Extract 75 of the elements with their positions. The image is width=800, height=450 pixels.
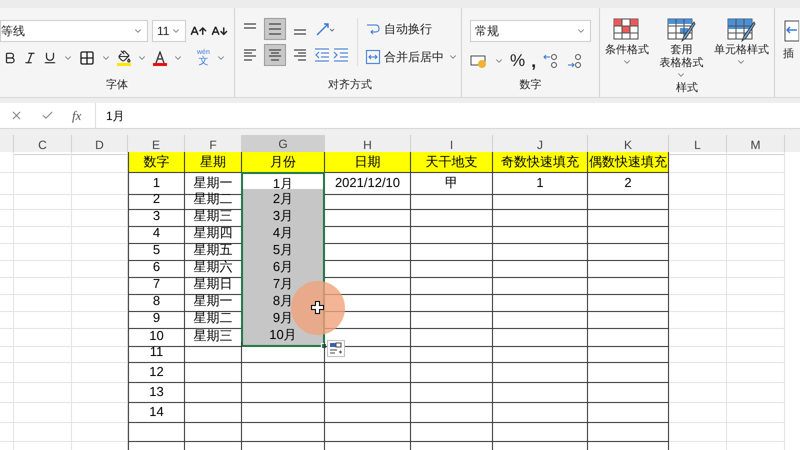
grid-brush-icon xyxy=(666,16,696,44)
column-header[interactable]: C xyxy=(14,135,72,155)
comma-button[interactable]: , xyxy=(531,54,536,68)
empty-cell xyxy=(0,422,14,442)
merge-center-button[interactable]: 合并后居中 xyxy=(366,48,458,66)
table-cell: 2021/12/10 xyxy=(325,172,411,194)
column-header[interactable]: D xyxy=(72,135,128,155)
horizontal-align-button[interactable] xyxy=(264,44,286,66)
empty-cell xyxy=(72,422,128,442)
table-cell: 13 xyxy=(128,382,185,402)
align-lines-icon xyxy=(267,22,283,36)
group-label: 样式 xyxy=(676,81,698,96)
empty-cell xyxy=(0,152,14,172)
table-cell: 甲 xyxy=(411,172,493,194)
wrap-text-button[interactable]: 自动换行 xyxy=(366,20,458,38)
increase-indent-icon[interactable] xyxy=(333,48,349,62)
align-lines-icon xyxy=(292,28,308,36)
empty-cell xyxy=(727,152,785,172)
empty-cell xyxy=(14,152,72,172)
font-color-icon[interactable] xyxy=(153,50,167,66)
table-cell: 14 xyxy=(128,402,185,422)
number-format-field[interactable]: 常规 xyxy=(470,20,591,42)
header-cell: 奇数快速填充 xyxy=(493,152,588,172)
group-label: 数字 xyxy=(520,78,542,92)
empty-cell xyxy=(669,422,727,442)
align-lines-icon xyxy=(242,48,258,62)
header-cell: 月份 xyxy=(242,152,325,172)
table-cell: 2 xyxy=(588,172,669,194)
cancel-icon[interactable] xyxy=(10,109,23,122)
fill-color-icon[interactable] xyxy=(117,50,131,66)
borders-icon[interactable] xyxy=(79,50,95,66)
style-label[interactable]: 单元格样式 xyxy=(714,44,769,57)
grid-brush-icon xyxy=(726,16,756,44)
align-lines-icon xyxy=(292,48,308,62)
empty-cell xyxy=(727,422,785,442)
empty-cell xyxy=(14,422,72,442)
decrease-indent-icon[interactable] xyxy=(314,48,330,62)
header-cell: 星期 xyxy=(185,152,242,172)
style-label[interactable]: 套用 xyxy=(670,44,692,57)
font-name-field[interactable]: 等线 xyxy=(0,20,148,42)
formula-input[interactable]: 1月 xyxy=(95,103,800,128)
style-label[interactable]: 表格格式 xyxy=(659,57,704,70)
font-size-field[interactable]: 11 xyxy=(152,20,186,42)
paste-options-icon[interactable] xyxy=(327,340,345,357)
underline-icon[interactable] xyxy=(43,51,57,65)
empty-cell xyxy=(0,382,14,402)
insert-button[interactable]: 插 xyxy=(783,46,794,62)
style-label[interactable]: 条件格式 xyxy=(605,44,650,57)
bold-icon[interactable] xyxy=(3,51,17,65)
empty-cell xyxy=(128,422,185,442)
plus-cursor-icon xyxy=(311,301,324,314)
insert-function-button[interactable]: fx xyxy=(72,106,82,126)
italic-icon[interactable] xyxy=(23,51,37,65)
merge-icon xyxy=(366,50,380,64)
header-cell: 偶数快速填充 xyxy=(588,152,669,172)
header-cell: 天干地支 xyxy=(411,152,493,172)
table-cell: 1 xyxy=(493,172,588,194)
empty-cell xyxy=(185,422,242,442)
vertical-align-button[interactable] xyxy=(264,18,286,40)
header-cell: 日期 xyxy=(325,152,411,172)
wrap-icon xyxy=(366,23,380,35)
column-header[interactable]: M xyxy=(727,135,785,155)
empty-cell xyxy=(0,402,14,422)
header-cell: 数字 xyxy=(128,152,185,172)
column-header[interactable]: L xyxy=(669,135,727,155)
group-label: 对齐方式 xyxy=(328,78,372,92)
align-lines-icon xyxy=(242,22,258,30)
align-lines-icon xyxy=(267,48,283,62)
group-label: 字体 xyxy=(106,78,128,92)
empty-cell xyxy=(0,172,14,194)
table-cell: 1 xyxy=(128,172,185,194)
percent-button[interactable]: % xyxy=(510,48,526,74)
currency-icon[interactable] xyxy=(470,52,488,69)
empty-cell xyxy=(0,362,14,382)
table-cell: 12 xyxy=(128,362,185,382)
